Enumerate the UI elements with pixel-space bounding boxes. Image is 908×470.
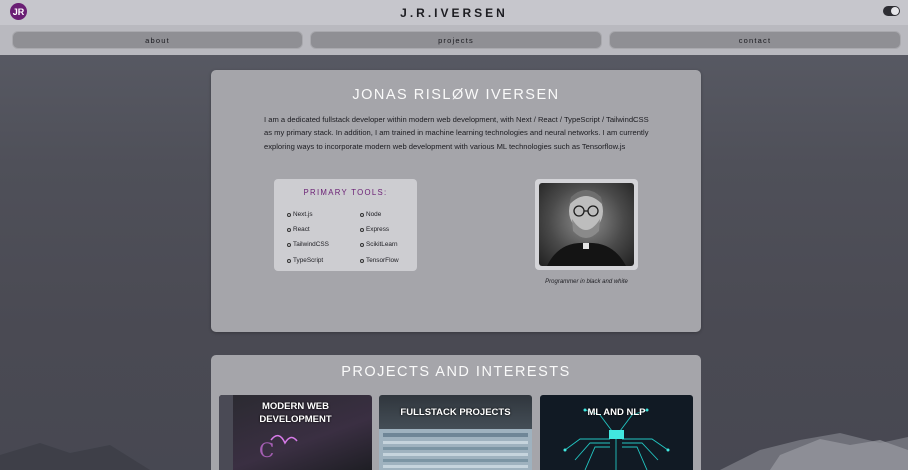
- site-title: J.R.IVERSEN: [400, 5, 508, 20]
- tools-heading: PRIMARY TOOLS:: [303, 188, 388, 197]
- about-heading: JONAS RISLØW IVERSEN: [352, 87, 560, 103]
- svg-text:C: C: [259, 438, 274, 462]
- portrait-image: [539, 183, 634, 266]
- nav-projects-button[interactable]: projects: [310, 31, 602, 49]
- project-card-ml[interactable]: ML AND NLP: [540, 395, 693, 470]
- tool-item: Next.js: [287, 211, 313, 218]
- circle-bullet-icon: [360, 258, 364, 263]
- tool-item: TensorFlow: [360, 257, 399, 264]
- tool-label: TailwindCSS: [293, 241, 329, 248]
- project-label-line1: ML AND NLP: [587, 407, 646, 418]
- tool-label: TensorFlow: [366, 257, 399, 264]
- tool-label: TypeScript: [293, 257, 324, 264]
- projects-heading: PROJECTS AND INTERESTS: [341, 364, 571, 380]
- tool-label: Node: [366, 211, 382, 218]
- nav-contact-button[interactable]: contact: [609, 31, 901, 49]
- site-header: JR J.R.IVERSEN: [0, 0, 908, 25]
- theme-toggle[interactable]: [883, 6, 900, 16]
- tool-item: Express: [360, 226, 389, 233]
- circle-bullet-icon: [287, 258, 291, 263]
- circle-bullet-icon: [360, 227, 364, 232]
- tool-item: Node: [360, 211, 381, 218]
- nav-about-button[interactable]: about: [12, 31, 303, 49]
- about-bio: I am a dedicated fullstack developer wit…: [264, 115, 649, 151]
- logo-icon[interactable]: JR: [10, 3, 27, 20]
- tool-item: ScikitLearn: [360, 241, 398, 248]
- toggle-knob: [891, 7, 899, 15]
- tool-label: React: [293, 226, 310, 233]
- circle-bullet-icon: [360, 242, 364, 247]
- tool-label: ScikitLearn: [366, 241, 398, 248]
- main-nav: about projects contact: [0, 25, 908, 55]
- tool-item: React: [287, 226, 310, 233]
- circle-bullet-icon: [287, 212, 291, 217]
- tool-item: TypeScript: [287, 257, 323, 264]
- tool-item: TailwindCSS: [287, 241, 329, 248]
- project-label-line1: MODERN WEB: [261, 401, 330, 412]
- primary-tools-box: PRIMARY TOOLS: Next.js React TailwindCSS…: [274, 179, 417, 271]
- about-card: JONAS RISLØW IVERSEN I am a dedicated fu…: [211, 70, 701, 332]
- circle-bullet-icon: [287, 242, 291, 247]
- portrait-caption: Programmer in black and white: [545, 279, 628, 285]
- tool-label: Next.js: [293, 211, 313, 218]
- project-card-fullstack[interactable]: FULLSTACK PROJECTS: [379, 395, 532, 470]
- project-label-line1: FULLSTACK PROJECTS: [400, 407, 511, 418]
- circle-bullet-icon: [287, 227, 291, 232]
- project-card-web[interactable]: C MODERN WEB DEVELOPMENT: [219, 395, 372, 470]
- tool-label: Express: [366, 226, 390, 233]
- portrait-frame: [535, 179, 638, 270]
- project-label-line2: DEVELOPMENT: [259, 414, 332, 425]
- circle-bullet-icon: [360, 212, 364, 217]
- projects-card: PROJECTS AND INTERESTS C MODERN WEB DEVE…: [211, 355, 701, 470]
